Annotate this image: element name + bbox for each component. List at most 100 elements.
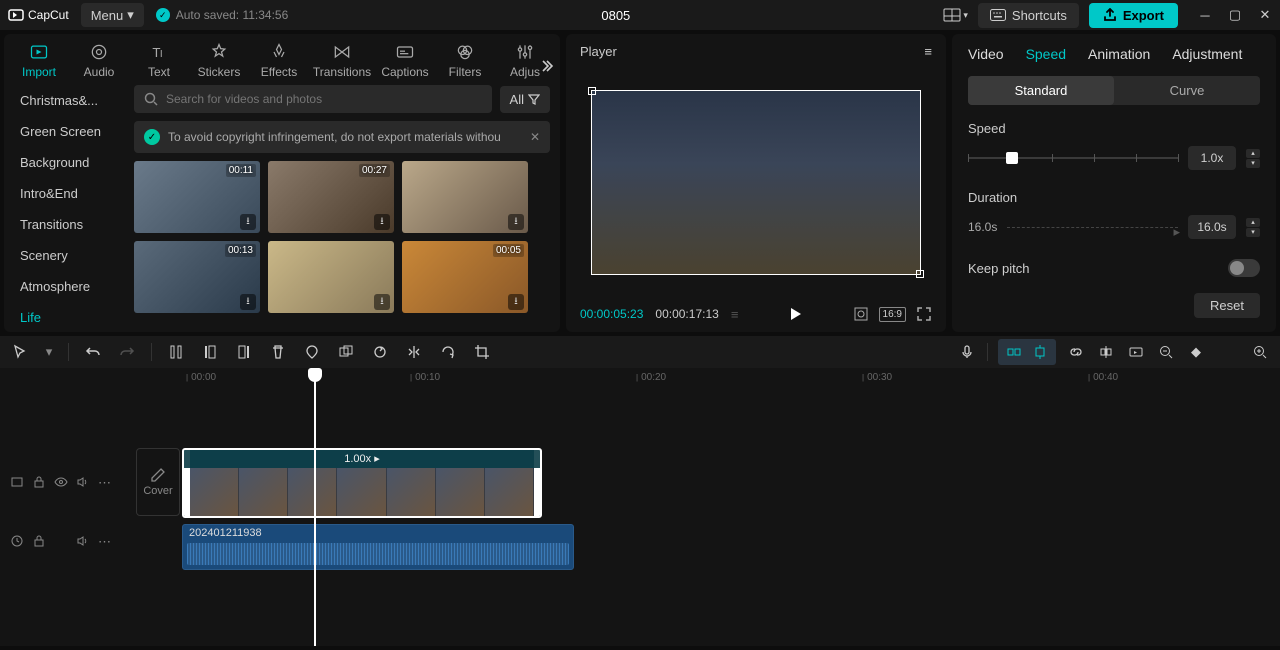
- undo-button[interactable]: [83, 342, 103, 362]
- download-icon[interactable]: ⭳: [240, 294, 256, 310]
- sidebar-item-transitions[interactable]: Transitions: [14, 209, 124, 240]
- download-icon[interactable]: ⭳: [374, 294, 390, 310]
- speaker-icon[interactable]: [76, 475, 90, 489]
- duration-value[interactable]: 16.0s: [1188, 215, 1236, 239]
- player-viewport[interactable]: [591, 90, 921, 275]
- fullscreen-icon[interactable]: [916, 306, 932, 322]
- export-icon: [1103, 8, 1117, 22]
- tab-audio[interactable]: Audio: [74, 40, 124, 81]
- scale-icon[interactable]: [853, 306, 869, 322]
- tab-filters[interactable]: Filters: [440, 40, 490, 81]
- sidebar-item-christmas[interactable]: Christmas&...: [14, 85, 124, 116]
- layout-icon[interactable]: ▾: [943, 8, 968, 22]
- frames-tool[interactable]: [336, 342, 356, 362]
- play-button[interactable]: [787, 306, 803, 322]
- zoom-out-icon[interactable]: [1156, 342, 1176, 362]
- media-thumb[interactable]: 00:27⭳: [268, 161, 394, 233]
- filter-all-button[interactable]: All: [500, 86, 550, 113]
- lock-icon[interactable]: [32, 475, 46, 489]
- tab-captions[interactable]: Captions: [380, 40, 430, 81]
- magnet-main-icon[interactable]: [1004, 342, 1024, 362]
- media-thumb[interactable]: 00:05⭳: [402, 241, 528, 313]
- playhead[interactable]: [314, 370, 316, 646]
- speed-stepper[interactable]: ▴▾: [1246, 149, 1260, 168]
- close-button[interactable]: ✕: [1258, 8, 1272, 22]
- preview-icon[interactable]: [1126, 342, 1146, 362]
- mirror-tool[interactable]: [404, 342, 424, 362]
- link-icon[interactable]: [1066, 342, 1086, 362]
- zoom-in-icon[interactable]: [1250, 342, 1270, 362]
- banner-close-icon[interactable]: ✕: [530, 130, 540, 144]
- media-thumb[interactable]: ⭳: [268, 241, 394, 313]
- tab-stickers[interactable]: Stickers: [194, 40, 244, 81]
- export-button[interactable]: Export: [1089, 3, 1178, 28]
- marker-tool[interactable]: [302, 342, 322, 362]
- sidebar-item-atmosphere[interactable]: Atmosphere: [14, 271, 124, 302]
- tab-import[interactable]: Import: [14, 40, 64, 81]
- prop-tab-animation[interactable]: Animation: [1088, 46, 1150, 62]
- eye-icon[interactable]: [54, 475, 68, 489]
- sidebar-item-greenscreen[interactable]: Green Screen: [14, 116, 124, 147]
- download-icon[interactable]: ⭳: [374, 214, 390, 230]
- video-clip[interactable]: 1.00x ▸: [182, 448, 542, 518]
- trim-right-tool[interactable]: [234, 342, 254, 362]
- media-thumb[interactable]: 00:13⭳: [134, 241, 260, 313]
- magnet-alt-icon[interactable]: [1030, 342, 1050, 362]
- duration-track[interactable]: ▸: [1007, 227, 1178, 228]
- tabs-more-icon[interactable]: [538, 58, 554, 74]
- media-thumb[interactable]: 00:11⭳: [134, 161, 260, 233]
- rotate-tool[interactable]: [438, 342, 458, 362]
- sidebar-item-scenery[interactable]: Scenery: [14, 240, 124, 271]
- speed-value[interactable]: 1.0x: [1188, 146, 1236, 170]
- audio-clip[interactable]: 202401211938: [182, 524, 574, 570]
- cover-button[interactable]: Cover: [136, 448, 180, 516]
- trim-left-tool[interactable]: [200, 342, 220, 362]
- menu-button[interactable]: Menu ▾: [81, 3, 144, 27]
- reset-button[interactable]: Reset: [1194, 293, 1260, 318]
- prop-tab-video[interactable]: Video: [968, 46, 1004, 62]
- subtab-standard[interactable]: Standard: [968, 76, 1114, 105]
- split-tool[interactable]: [166, 342, 186, 362]
- download-icon[interactable]: ⭳: [240, 214, 256, 230]
- list-icon[interactable]: ≡: [731, 307, 739, 322]
- chevron-down-icon[interactable]: ▾: [44, 342, 54, 362]
- sidebar-item-background[interactable]: Background: [14, 147, 124, 178]
- crop-tool[interactable]: [472, 342, 492, 362]
- tab-text[interactable]: TIText: [134, 40, 184, 81]
- tab-effects[interactable]: Effects: [254, 40, 304, 81]
- track-settings-icon[interactable]: [10, 475, 24, 489]
- sidebar-item-life[interactable]: Life: [14, 302, 124, 332]
- player-menu-icon[interactable]: ≡: [924, 44, 932, 59]
- timeline-tracks[interactable]: 1.00x ▸ 202401211938: [180, 392, 1280, 646]
- search-box[interactable]: [134, 85, 492, 113]
- speaker-icon[interactable]: [76, 534, 90, 548]
- more-icon[interactable]: ⋯: [98, 534, 112, 548]
- prop-tab-adjustment[interactable]: Adjustment: [1172, 46, 1242, 62]
- maximize-button[interactable]: ▢: [1228, 8, 1242, 22]
- lock-icon[interactable]: [32, 534, 46, 548]
- subtab-curve[interactable]: Curve: [1114, 76, 1260, 105]
- minimize-button[interactable]: ─: [1198, 8, 1212, 22]
- shortcuts-button[interactable]: Shortcuts: [978, 3, 1079, 28]
- aspect-ratio-button[interactable]: 16:9: [879, 307, 906, 322]
- timeline-ruler[interactable]: 00:00 00:10 00:20 00:30 00:40: [0, 368, 1280, 392]
- media-thumb[interactable]: ⭳: [402, 161, 528, 233]
- clock-icon[interactable]: [10, 534, 24, 548]
- prop-tab-speed[interactable]: Speed: [1026, 46, 1066, 62]
- zoom-slider-knob[interactable]: ◆: [1186, 342, 1206, 362]
- mic-icon[interactable]: [957, 342, 977, 362]
- redo-button[interactable]: [117, 342, 137, 362]
- align-icon[interactable]: [1096, 342, 1116, 362]
- reverse-tool[interactable]: [370, 342, 390, 362]
- sidebar-item-introend[interactable]: Intro&End: [14, 178, 124, 209]
- tab-transitions[interactable]: Transitions: [314, 40, 370, 81]
- more-icon[interactable]: ⋯: [98, 475, 112, 489]
- speed-slider[interactable]: [968, 157, 1178, 159]
- keep-pitch-toggle[interactable]: [1228, 259, 1260, 277]
- selection-tool[interactable]: [10, 342, 30, 362]
- download-icon[interactable]: ⭳: [508, 294, 524, 310]
- download-icon[interactable]: ⭳: [508, 214, 524, 230]
- search-input[interactable]: [166, 92, 482, 106]
- duration-stepper[interactable]: ▴▾: [1246, 218, 1260, 237]
- delete-tool[interactable]: [268, 342, 288, 362]
